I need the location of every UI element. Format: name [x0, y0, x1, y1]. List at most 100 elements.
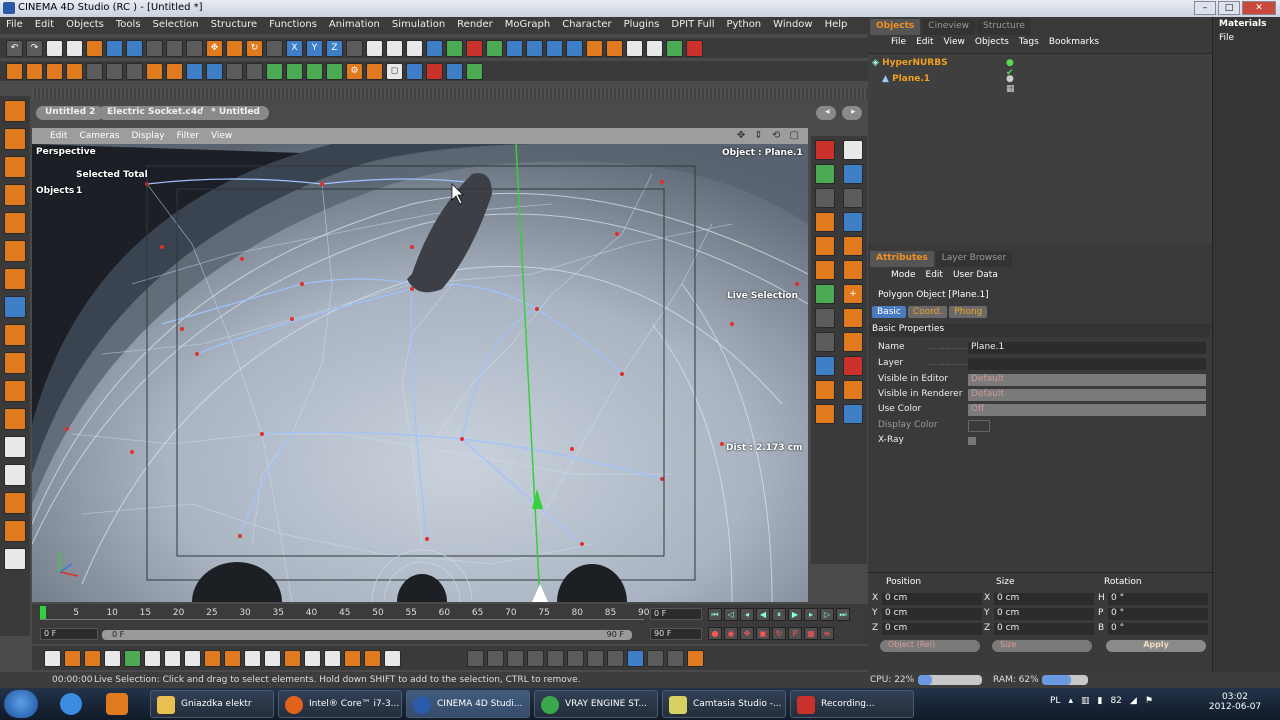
om-menu-edit[interactable]: Edit — [913, 36, 936, 52]
render-view-icon[interactable] — [366, 39, 383, 57]
menu-python[interactable]: Python — [720, 17, 767, 34]
om-menu-tags[interactable]: Tags — [1016, 36, 1042, 52]
vp-menu-display[interactable]: Display — [127, 131, 168, 141]
nurbs-icon[interactable] — [466, 39, 483, 57]
bottom-tool-25-icon[interactable] — [587, 649, 604, 667]
om-menu-bookmarks[interactable]: Bookmarks — [1046, 36, 1102, 52]
snap-icon[interactable] — [186, 62, 203, 80]
tab-objects[interactable]: Objects — [870, 19, 921, 35]
bottom-tool-20-icon[interactable] — [487, 649, 504, 667]
task-firefox[interactable]: Intel® Core™ i7-3... — [278, 690, 402, 718]
close-button[interactable]: ✕ — [1242, 1, 1276, 15]
xray-checkbox[interactable] — [968, 437, 976, 445]
menu-dpit-full[interactable]: DPIT Full — [665, 17, 720, 34]
bottom-tool-21-icon[interactable] — [507, 649, 524, 667]
edges-tool-icon[interactable] — [4, 240, 26, 262]
vp-menu-view[interactable]: View — [207, 131, 236, 141]
coord-size-dropdown[interactable]: Size — [992, 640, 1092, 652]
extrude-icon[interactable] — [286, 62, 303, 80]
smooth-icon[interactable] — [466, 62, 483, 80]
tab-attributes[interactable]: Attributes — [870, 251, 934, 267]
uv-mode-icon[interactable] — [146, 62, 163, 80]
grid-object-icon[interactable] — [815, 188, 835, 208]
transform-icon[interactable] — [266, 39, 283, 57]
bottom-tool-18-icon[interactable] — [384, 649, 401, 667]
axis-tool-icon[interactable] — [4, 128, 26, 150]
nurbs-object-icon[interactable] — [843, 140, 863, 160]
cylinder-object-icon[interactable] — [843, 260, 863, 280]
attr-menu-mode[interactable]: Mode — [888, 269, 919, 285]
vp-menu-cameras[interactable]: Cameras — [75, 131, 123, 141]
name-field[interactable]: Plane.1 — [968, 342, 1206, 354]
guide-icon[interactable] — [246, 62, 263, 80]
menu-objects[interactable]: Objects — [60, 17, 110, 34]
polygons-mode-icon[interactable] — [126, 62, 143, 80]
media-pinned-icon[interactable] — [100, 691, 134, 717]
magnet-icon[interactable] — [426, 62, 443, 80]
camera-object-icon[interactable] — [843, 188, 863, 208]
new-file-icon[interactable] — [46, 39, 63, 57]
character-icon[interactable] — [586, 39, 603, 57]
gear-icon[interactable]: ⚙ — [346, 62, 363, 80]
sphere-object-icon[interactable] — [843, 164, 863, 184]
bottom-tool-30-icon[interactable] — [687, 649, 704, 667]
wrench-icon[interactable] — [4, 548, 26, 570]
bottom-tool-24-icon[interactable] — [567, 649, 584, 667]
render-settings-icon[interactable] — [406, 39, 423, 57]
menu-edit[interactable]: Edit — [29, 17, 60, 34]
viewport-scene[interactable] — [32, 144, 808, 602]
end-frame-field[interactable]: 90 F — [650, 628, 702, 640]
bottom-tool-7-icon[interactable] — [164, 649, 181, 667]
move-icon[interactable]: ✥ — [206, 39, 223, 57]
menu-render[interactable]: Render — [451, 17, 499, 34]
light-icon[interactable] — [566, 39, 583, 57]
python-icon[interactable] — [406, 62, 423, 80]
axis-mode-icon[interactable] — [66, 62, 83, 80]
object-visibility-icon[interactable]: ● ▦ — [1006, 74, 1015, 94]
bottom-tool-26-icon[interactable] — [607, 649, 624, 667]
undo-icon[interactable]: ↶ — [6, 39, 23, 57]
attr-menu-user-data[interactable]: User Data — [950, 269, 1001, 285]
minimize-button[interactable]: – — [1194, 1, 1216, 15]
key-scale-icon[interactable]: ▣ — [756, 627, 770, 640]
bottom-tool-15-icon[interactable] — [324, 649, 341, 667]
open-file-icon[interactable] — [66, 39, 83, 57]
bottom-tool-9-icon[interactable] — [204, 649, 221, 667]
menu-window[interactable]: Window — [767, 17, 818, 34]
autokey-icon[interactable]: ◉ — [724, 627, 738, 640]
tray-app-icon[interactable]: ▮ — [1098, 696, 1103, 706]
spline-object-icon[interactable] — [815, 260, 835, 280]
key-position-icon[interactable]: ✥ — [740, 627, 754, 640]
enable-axis-icon[interactable] — [4, 324, 26, 346]
doc-scroll-left[interactable]: ◂ — [816, 106, 836, 120]
texture-mode-icon[interactable] — [46, 62, 63, 80]
sphere-icon[interactable] — [266, 62, 283, 80]
points-mode-icon[interactable] — [86, 62, 103, 80]
z-axis-icon[interactable]: Z — [326, 39, 343, 57]
volume-icon[interactable]: ◢ — [1130, 696, 1137, 706]
y-axis-icon[interactable]: Y — [306, 39, 323, 57]
material-icon[interactable] — [44, 649, 61, 667]
start-frame-field[interactable]: 0 F — [40, 628, 98, 640]
bottom-tool-6-icon[interactable] — [144, 649, 161, 667]
bottom-tool-22-icon[interactable] — [527, 649, 544, 667]
bell-object-icon[interactable] — [815, 212, 835, 232]
cube-object-icon[interactable] — [815, 140, 835, 160]
frame-range-slider[interactable]: 0 F 90 F — [102, 630, 632, 640]
goto-start-icon[interactable]: ⏮ — [708, 608, 722, 621]
object-row-plane[interactable]: ▲ Plane.1 ● ▦ — [882, 74, 1015, 94]
bottom-tool-16-icon[interactable] — [344, 649, 361, 667]
doc-tab-electric-socket[interactable]: Electric Socket.c4d — [98, 106, 213, 120]
workplane-tool-icon[interactable] — [4, 184, 26, 206]
menu-animation[interactable]: Animation — [323, 17, 386, 34]
layout-icon[interactable] — [626, 39, 643, 57]
render-picture-viewer-icon[interactable] — [386, 39, 403, 57]
timeline-icon[interactable]: ≡ — [820, 627, 834, 640]
tag-icon[interactable] — [366, 62, 383, 80]
apply-button[interactable]: Apply — [1106, 640, 1206, 652]
menu-character[interactable]: Character — [556, 17, 617, 34]
viewport-perspective[interactable]: Perspective Selected Total Objects 1 Obj… — [32, 144, 808, 602]
record-icon[interactable]: ● — [708, 627, 722, 640]
play-icon[interactable]: ▶ — [788, 608, 802, 621]
om-menu-objects[interactable]: Objects — [972, 36, 1012, 52]
